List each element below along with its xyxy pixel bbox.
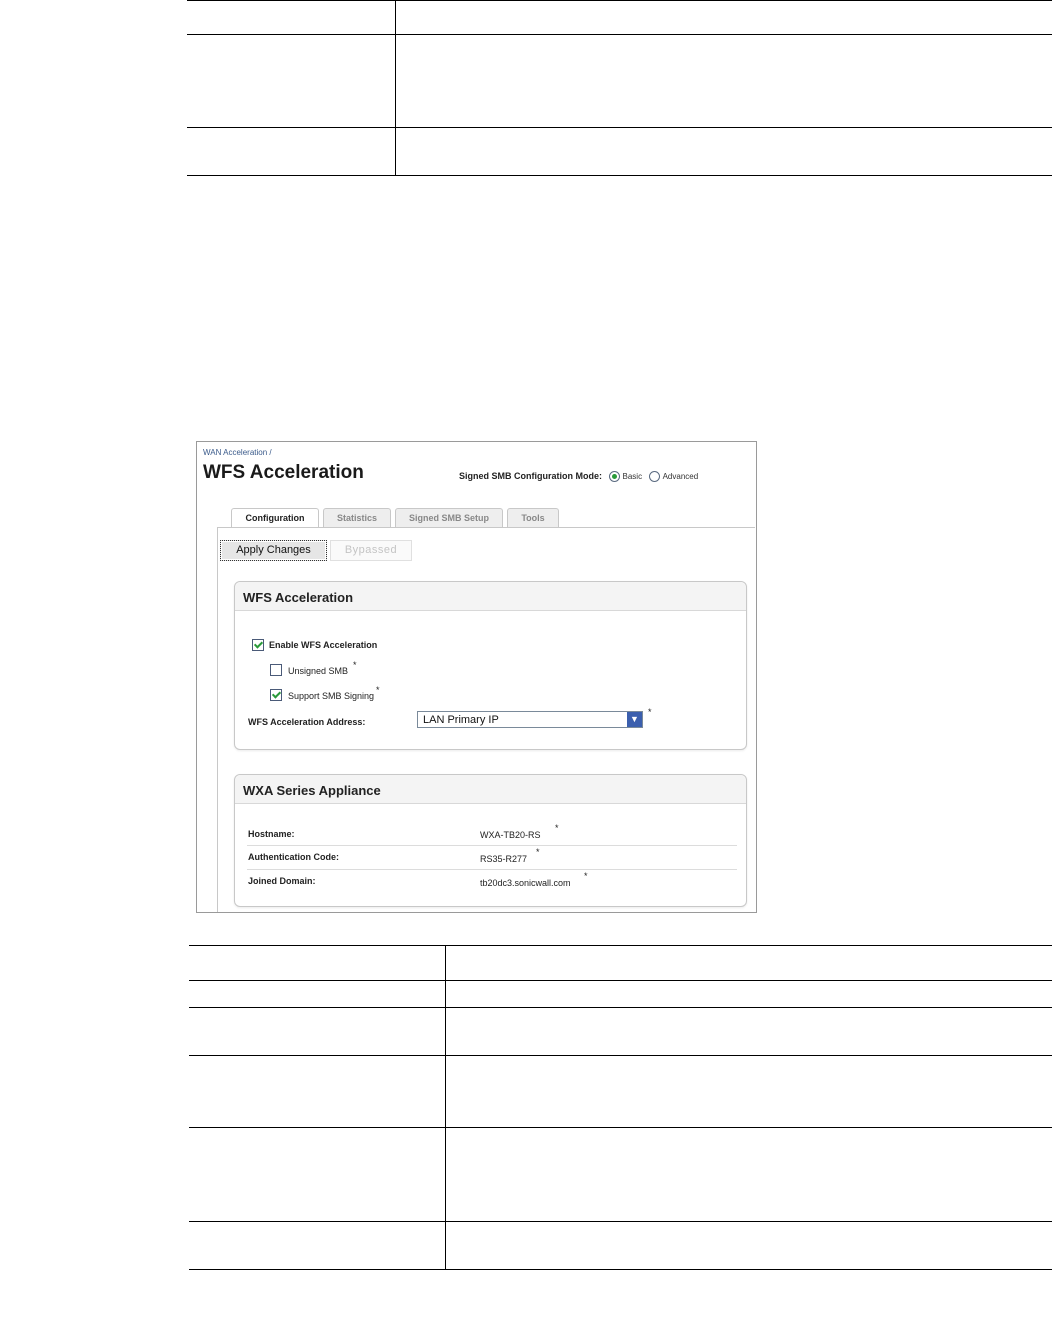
content-border [217,527,218,912]
auth-code-value: RS35-R277 [480,854,528,864]
tab-tools[interactable]: Tools [507,508,559,527]
table-rule [189,980,1052,981]
table-rule [189,1221,1052,1222]
wfs-address-label: WFS Acceleration Address: [248,717,366,727]
footnote-mark: * [353,660,357,670]
hostname-value: WXA-TB20-RS [480,830,541,840]
auth-code-label: Authentication Code: [248,852,339,862]
signed-smb-mode-selector: Signed SMB Configuration Mode: Basic Adv… [459,471,699,483]
table-rule [189,1127,1052,1128]
table-rule [189,1055,1052,1056]
mode-basic-radio[interactable] [608,471,620,483]
unsigned-smb-checkbox[interactable] [270,664,282,676]
table-rule [189,1007,1052,1008]
mode-advanced-label: Advanced [662,472,699,481]
wfs-address-value: LAN Primary IP [423,714,499,726]
bottom-document-table [189,945,1052,1270]
wfs-acceleration-screenshot: WAN Acceleration / WFS Acceleration Sign… [196,441,757,913]
tab-statistics[interactable]: Statistics [323,508,391,527]
table-column-divider [445,945,446,1269]
footnote-mark: * [648,707,652,717]
footnote-mark: * [376,685,380,695]
apply-changes-button[interactable]: Apply Changes [220,540,327,561]
breadcrumb[interactable]: WAN Acceleration / [203,448,272,457]
mode-basic-label: Basic [622,472,643,481]
chevron-down-icon[interactable]: ▼ [627,712,642,727]
row-divider [247,869,737,870]
page-title: WFS Acceleration [203,462,364,483]
table-rule [189,1269,1052,1270]
table-rule [187,0,1052,1]
enable-wfs-label: Enable WFS Acceleration [269,640,378,650]
top-document-table [187,0,1052,176]
joined-domain-value: tb20dc3.sonicwall.com [480,878,571,888]
unsigned-smb-label: Unsigned SMB [288,666,349,676]
table-rule [187,127,1052,128]
table-column-divider [395,0,396,175]
enable-wfs-checkbox[interactable] [252,639,264,651]
table-rule [189,945,1052,946]
row-divider [247,845,737,846]
hostname-label: Hostname: [248,829,295,839]
tab-divider [217,527,755,528]
joined-domain-label: Joined Domain: [248,876,316,886]
wfs-address-select[interactable]: LAN Primary IP ▼ [417,711,643,728]
footnote-mark: * [555,823,559,833]
mode-label: Signed SMB Configuration Mode: [459,471,602,481]
bypassed-button[interactable]: Bypassed [330,540,412,561]
tab-configuration[interactable]: Configuration [231,508,319,528]
panel-title: WXA Series Appliance [235,775,746,804]
table-rule [187,34,1052,35]
footnote-mark: * [536,847,540,857]
footnote-mark: * [584,871,588,881]
wxa-appliance-panel: WXA Series Appliance Hostname: WXA-TB20-… [234,774,747,907]
support-smb-signing-label: Support SMB Signing [288,691,375,701]
panel-title: WFS Acceleration [235,582,746,611]
mode-advanced-radio[interactable] [648,471,660,483]
support-smb-signing-checkbox[interactable] [270,689,282,701]
wfs-acceleration-panel: WFS Acceleration Enable WFS Acceleration… [234,581,747,750]
table-rule [187,175,1052,176]
tab-signed-smb-setup[interactable]: Signed SMB Setup [395,508,503,527]
